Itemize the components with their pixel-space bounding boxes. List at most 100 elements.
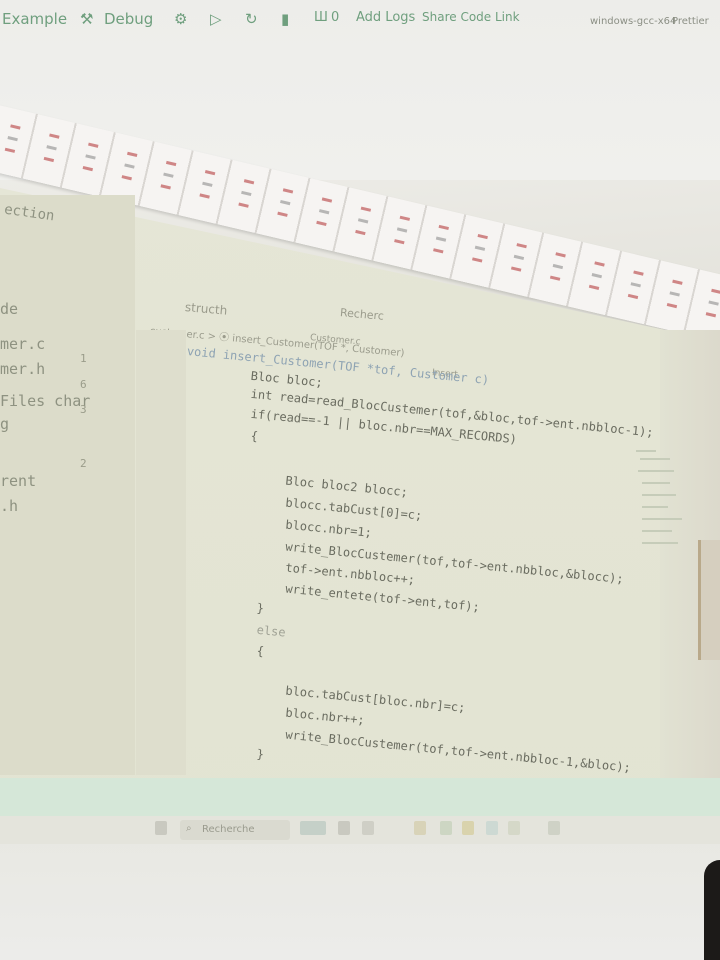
tray-label-mark xyxy=(282,188,294,194)
sidebar-count-1: 1 xyxy=(80,352,87,365)
app-icon-2[interactable] xyxy=(414,821,426,835)
refresh-icon[interactable]: ↻ xyxy=(245,10,258,28)
tray-label-mark xyxy=(396,227,408,233)
app-icon-4[interactable] xyxy=(508,821,520,835)
search-icon: ⌕ xyxy=(186,823,192,834)
run-icon[interactable]: ▷ xyxy=(210,10,222,28)
tray-label-mark xyxy=(49,133,60,139)
tray-label-mark xyxy=(4,147,16,153)
tray-label-mark xyxy=(121,175,132,181)
tray-label-mark xyxy=(355,229,366,236)
status-debug[interactable]: Debug xyxy=(104,10,153,28)
tray-label-mark xyxy=(277,211,288,217)
tray-label-mark xyxy=(711,288,720,294)
tray-label-mark xyxy=(199,193,210,199)
tray-label-mark xyxy=(238,202,249,208)
sidebar-count-6: 6 xyxy=(80,378,87,391)
sidebar-count-3: 3 xyxy=(80,403,87,416)
tray-label-mark xyxy=(552,263,564,270)
app-icon-5[interactable] xyxy=(548,821,560,835)
tray-label-mark xyxy=(510,266,522,272)
tray-label-mark xyxy=(705,312,717,318)
folder-icon[interactable] xyxy=(462,821,474,835)
door-frame xyxy=(698,540,720,660)
tray-label-mark xyxy=(202,181,213,187)
tray-label-mark xyxy=(357,218,369,224)
prettier-indicator[interactable]: Prettier xyxy=(672,16,709,27)
line-number-gutter xyxy=(136,330,186,775)
tray-label-mark xyxy=(43,156,55,163)
share-code-link-button[interactable]: Share Code Link xyxy=(422,10,520,24)
tray-label-mark xyxy=(633,270,644,276)
tray-label-mark xyxy=(438,224,449,231)
tray-label-mark xyxy=(394,239,405,245)
taskbar-search[interactable]: ⌕ Recherche xyxy=(180,820,290,840)
minimap[interactable] xyxy=(632,440,684,560)
tray-label-mark xyxy=(474,245,486,251)
tray-label-mark xyxy=(82,165,94,172)
person-silhouette xyxy=(704,860,720,960)
add-logs-button[interactable]: Add Logs xyxy=(356,10,415,25)
platform-indicator[interactable]: windows-gcc-x64 xyxy=(590,16,676,27)
tray-label-mark xyxy=(163,172,174,178)
tray-label-mark xyxy=(549,275,561,281)
tray-label-mark xyxy=(708,300,719,306)
windows-start-icon[interactable] xyxy=(155,821,167,835)
tray-label-mark xyxy=(435,236,447,242)
tray-label-mark xyxy=(316,220,327,227)
tray-label-mark xyxy=(124,163,135,169)
sidebar-item-files[interactable]: Files char xyxy=(0,392,90,410)
tray-label-mark xyxy=(360,206,372,212)
tray-label-mark xyxy=(85,154,96,160)
tray-label-mark xyxy=(46,145,57,151)
sidebar-item-g[interactable]: g xyxy=(0,415,9,433)
sidebar-count-2: 2 xyxy=(80,457,87,470)
sidebar-item-mer-c[interactable]: mer.c xyxy=(0,335,45,353)
screen-right-edge xyxy=(660,330,720,800)
sidebar-item-h[interactable]: .h xyxy=(0,497,18,515)
weather-icon[interactable] xyxy=(300,821,326,835)
tray-label-mark xyxy=(243,179,255,185)
app-icon-3[interactable] xyxy=(486,821,498,835)
tray-label-mark xyxy=(594,261,605,267)
bell-icon[interactable]: ▮ xyxy=(281,10,289,28)
gear-icon[interactable]: ⚙ xyxy=(174,10,187,28)
tray-label-mark xyxy=(627,293,639,300)
tray-label-mark xyxy=(672,279,683,285)
tray-label-mark xyxy=(588,284,600,290)
tray-label-mark xyxy=(7,136,18,142)
sidebar-item-mer-h[interactable]: mer.h xyxy=(0,360,45,378)
tray-label-mark xyxy=(160,184,171,190)
task-view-icon[interactable] xyxy=(338,821,350,835)
tray-label-mark xyxy=(204,170,216,176)
app-icon-1[interactable] xyxy=(362,821,374,835)
tray-label-mark xyxy=(280,199,291,206)
tray-label-mark xyxy=(88,142,99,148)
tray-label-mark xyxy=(669,291,680,297)
status-zero-count[interactable]: 0 xyxy=(331,10,339,25)
wall-below-screen xyxy=(0,830,720,960)
tray-label-mark xyxy=(555,252,566,258)
debug-icon[interactable]: ⚒ xyxy=(80,10,93,28)
tray-label-mark xyxy=(321,197,333,203)
windows-taskbar xyxy=(0,816,720,844)
tray-label-mark xyxy=(399,215,411,221)
status-bar xyxy=(0,778,720,816)
tray-label-mark xyxy=(127,151,138,157)
tray-label-mark xyxy=(516,243,527,249)
tray-label-mark xyxy=(433,248,444,254)
chrome-icon[interactable] xyxy=(440,821,452,835)
tray-label-mark xyxy=(591,273,603,279)
sidebar-item-de[interactable]: de xyxy=(0,300,18,318)
tray-label-mark xyxy=(666,303,678,309)
tray-label-mark xyxy=(318,209,330,215)
outline-label: Insert xyxy=(431,368,459,381)
tray-label-mark xyxy=(477,233,488,240)
tray-label-mark xyxy=(10,124,21,130)
tray-label-mark xyxy=(241,190,252,197)
tray-label-mark xyxy=(472,257,483,263)
taskbar-search-placeholder: Recherche xyxy=(202,824,255,835)
status-example[interactable]: Example xyxy=(2,10,67,28)
ports-icon[interactable]: Ш xyxy=(314,10,328,25)
sidebar-item-rent[interactable]: rent xyxy=(0,472,36,490)
